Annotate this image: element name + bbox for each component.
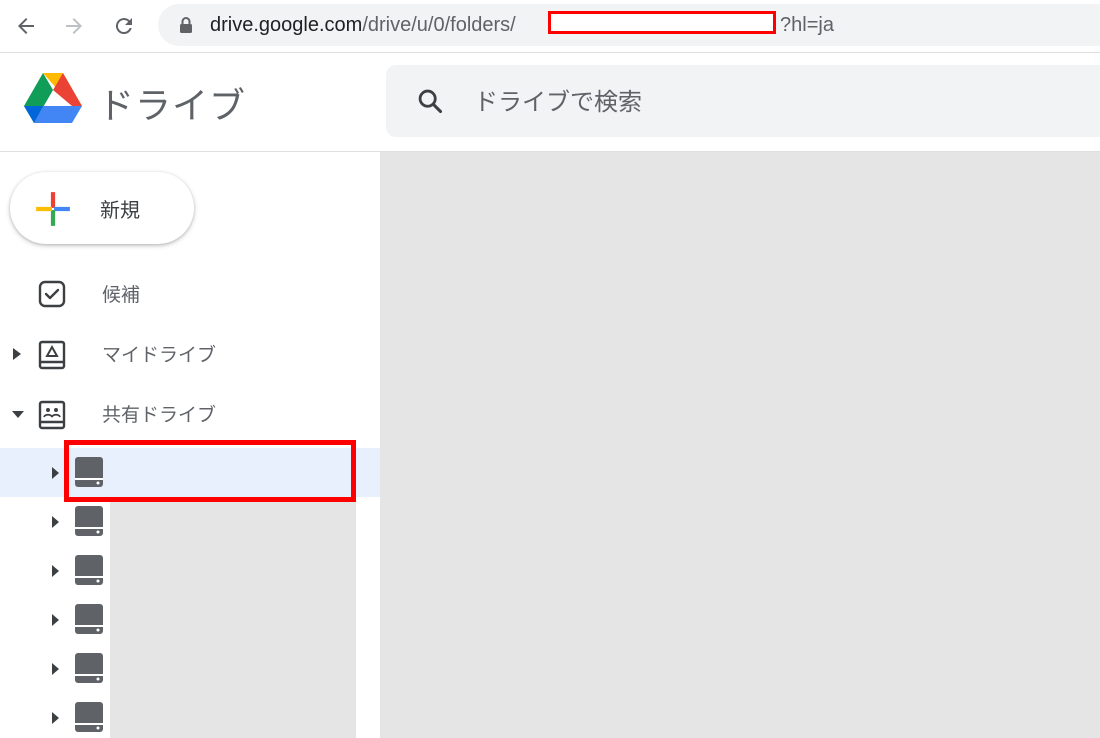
caret-right-icon[interactable]: [50, 710, 60, 726]
reload-icon: [115, 18, 132, 35]
sidebar-item-label: マイドライブ: [102, 344, 217, 366]
sidebar-item-my-drive[interactable]: マイドライブ: [0, 326, 380, 382]
my-drive-icon: [38, 340, 66, 370]
drive-disk-icon: [75, 506, 103, 536]
back-button[interactable]: [8, 8, 44, 44]
sidebar-item-label: 候補: [102, 284, 141, 306]
reload-button[interactable]: [106, 8, 142, 44]
drive-disk-icon: [75, 702, 103, 732]
shared-drive-item[interactable]: [0, 644, 380, 693]
caret-right-icon[interactable]: [50, 612, 60, 628]
forward-button[interactable]: [56, 8, 92, 44]
caret-right-icon[interactable]: [10, 344, 24, 364]
shared-drive-item[interactable]: [0, 448, 380, 497]
search-input[interactable]: [472, 79, 1076, 125]
shared-drive-item[interactable]: [0, 546, 380, 595]
arrow-right-icon: [66, 18, 82, 34]
sidebar-item-shared-drives[interactable]: 共有ドライブ: [0, 386, 380, 442]
main-content-area: [380, 152, 1100, 738]
caret-right-icon[interactable]: [50, 514, 60, 530]
plus-icon: [36, 192, 70, 226]
sidebar-item-label: 共有ドライブ: [102, 404, 217, 426]
drive-disk-icon: [75, 653, 103, 683]
search-bar[interactable]: [386, 65, 1100, 137]
arrow-left-icon: [18, 18, 34, 34]
browser-toolbar: drive.google.com/drive/u/0/folders/ ?hl=…: [0, 0, 1100, 53]
drive-disk-icon: [75, 457, 103, 487]
shared-drive-item[interactable]: [0, 693, 380, 738]
app-header: ドライブ: [0, 53, 1100, 152]
drive-disk-icon: [75, 604, 103, 634]
sidebar-item-suggested[interactable]: 候補: [0, 266, 380, 322]
caret-right-icon[interactable]: [50, 661, 60, 677]
sidebar: 新規 候補 マイドライブ 共有ドライブ: [0, 152, 380, 738]
google-drive-logo-icon[interactable]: [24, 73, 82, 125]
shared-drives-icon: [38, 400, 66, 430]
shared-drive-item[interactable]: [0, 497, 380, 546]
url-text: drive.google.com/drive/u/0/folders/: [210, 4, 516, 46]
app-title: ドライブ: [98, 86, 247, 127]
lock-icon: [180, 17, 192, 33]
new-button[interactable]: 新規: [10, 172, 194, 244]
redacted-url-segment: [548, 11, 776, 34]
caret-right-icon[interactable]: [50, 465, 60, 481]
url-query: ?hl=ja: [780, 14, 834, 36]
url-path: /drive/u/0/folders/: [362, 14, 516, 36]
search-icon[interactable]: [416, 87, 444, 115]
caret-right-icon[interactable]: [50, 563, 60, 579]
url-host: drive.google.com: [210, 14, 363, 36]
checkbox-icon: [38, 280, 66, 308]
drive-disk-icon: [75, 555, 103, 585]
new-button-label: 新規: [100, 198, 140, 222]
shared-drive-item[interactable]: [0, 595, 380, 644]
caret-down-icon[interactable]: [10, 404, 26, 424]
